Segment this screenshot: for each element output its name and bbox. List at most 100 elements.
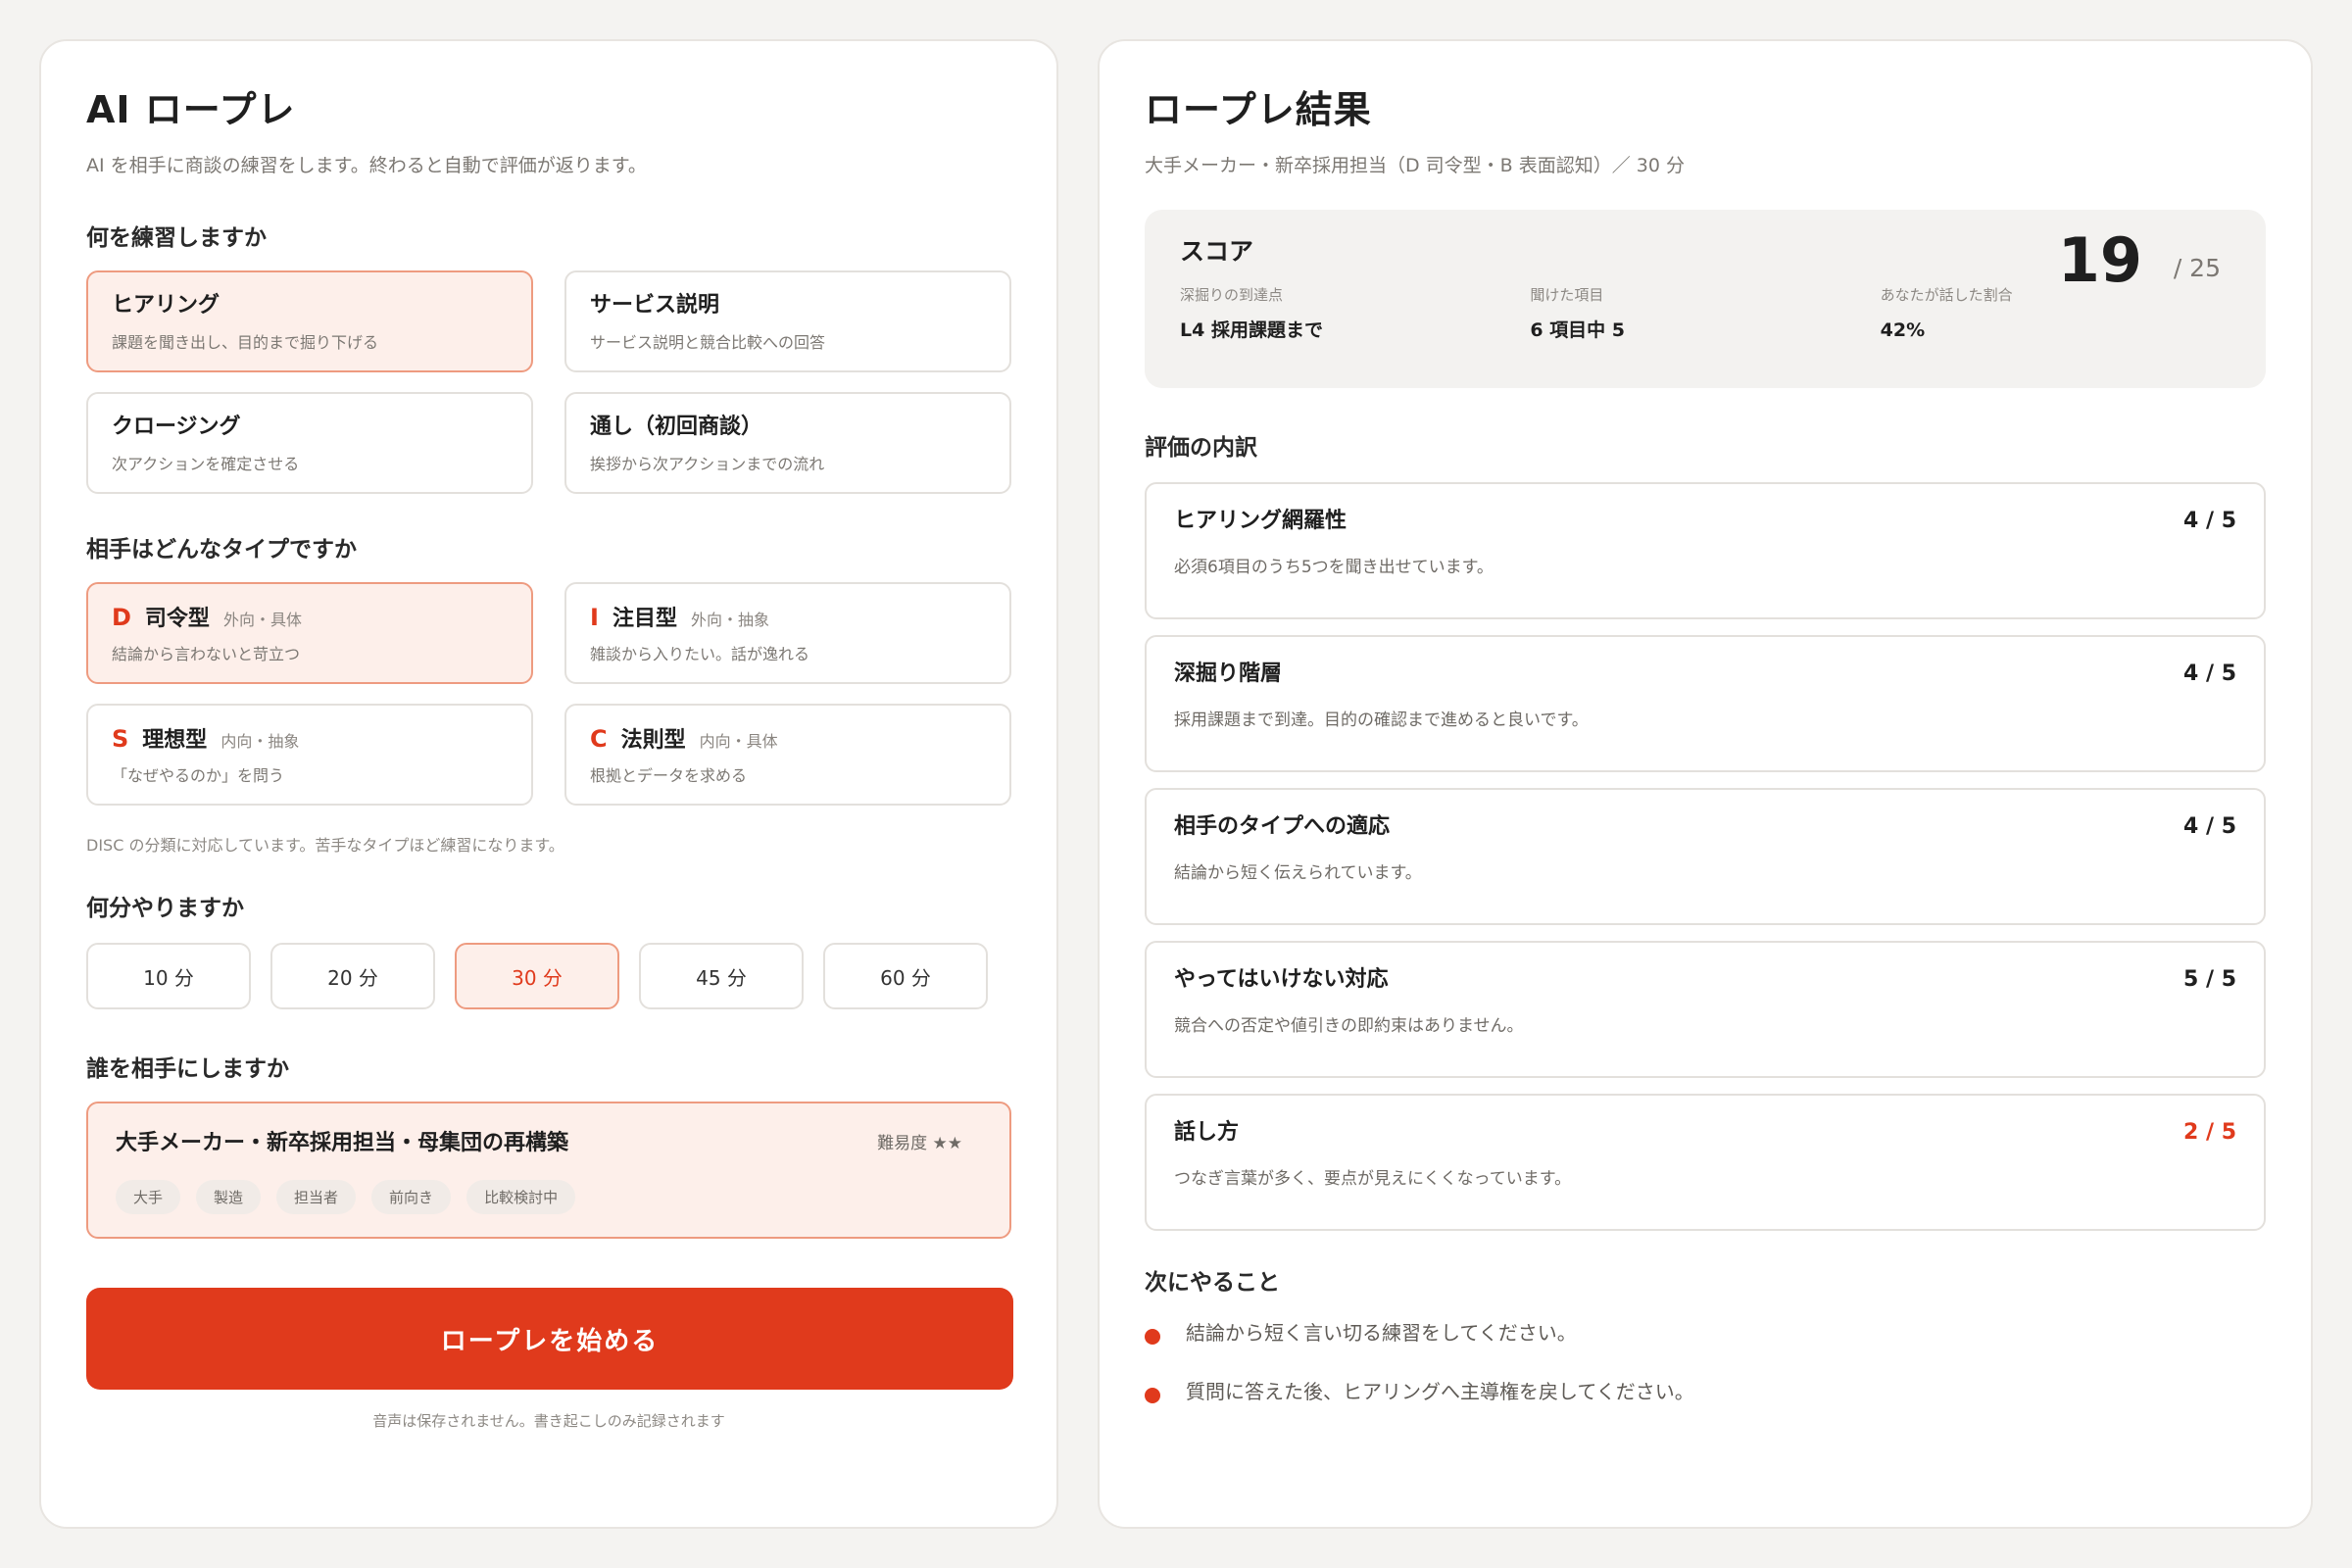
eval-card: 話し方 2 / 5 つなぎ言葉が多く、要点が見えにくくなっています。 (1145, 1094, 2266, 1231)
type-letter: D (112, 604, 131, 631)
duration-20-button[interactable]: 20 分 (270, 943, 435, 1009)
type-desc: 根拠とデータを求める (590, 766, 748, 785)
eval-card: やってはいけない対応 5 / 5 競合への否定や値引きの即約束はありません。 (1145, 941, 2266, 1078)
page-title: AI ロープレ (86, 88, 296, 131)
type-section-label: 相手はどんなタイプですか (86, 537, 357, 563)
result-subtitle: 大手メーカー・新卒採用担当（D 司令型・B 表面認知）／ 30 分 (1145, 155, 1686, 176)
option-desc: 課題を聞き出し、目的まで掘り下げる (112, 333, 379, 352)
tag: 製造 (196, 1180, 262, 1214)
duration-45-button[interactable]: 45 分 (639, 943, 804, 1009)
next-action-text: 結論から短く言い切る練習をしてください。 (1186, 1320, 1577, 1345)
bullet-dot-icon (1145, 1329, 1160, 1345)
stat-label: 深掘りの到達点 (1180, 286, 1284, 304)
eval-comment: 競合への否定や値引きの即約束はありません。 (1174, 1016, 1524, 1036)
score-value: 19 (2057, 224, 2142, 296)
scenario-tags: 大手 製造 担当者 前向き 比較検討中 (116, 1180, 982, 1214)
type-desc: 「なぜやるのか」を問う (112, 766, 285, 785)
option-title: サービス説明 (590, 293, 720, 318)
type-options: D 司令型 外向・具体 結論から言わないと苛立つ I 注目型 外向・抽象 雑談か… (86, 582, 1011, 806)
next-action-item: 結論から短く言い切る練習をしてください。 (1145, 1311, 2266, 1350)
eval-card: ヒアリング網羅性 4 / 5 必須6項目のうち5つを聞き出せています。 (1145, 482, 2266, 619)
type-title: 理想型 (142, 728, 208, 753)
option-title: ヒアリング (112, 293, 220, 318)
type-option-s[interactable]: S 理想型 内向・抽象 「なぜやるのか」を問う (86, 704, 533, 806)
type-desc: 雑談から入りたい。話が逸れる (590, 645, 810, 663)
tag: 前向き (371, 1180, 452, 1214)
stat-value: 42% (1880, 319, 1926, 341)
eval-card: 相手のタイプへの適応 4 / 5 結論から短く伝えられています。 (1145, 788, 2266, 925)
practice-section-label: 何を練習しますか (86, 225, 267, 251)
duration-10-button[interactable]: 10 分 (86, 943, 251, 1009)
next-action-text: 質問に答えた後、ヒアリングへ主導権を戻してください。 (1186, 1379, 1694, 1403)
breakdown-list: ヒアリング網羅性 4 / 5 必須6項目のうち5つを聞き出せています。 深掘り階… (1145, 482, 2266, 1231)
practice-option-closing[interactable]: クロージング 次アクションを確定させる (86, 392, 533, 494)
next-actions: 結論から短く言い切る練習をしてください。 質問に答えた後、ヒアリングへ主導権を戻… (1145, 1311, 2266, 1409)
option-title: クロージング (112, 415, 241, 439)
privacy-note: 音声は保存されません。書き起こしのみ記録されます (372, 1412, 725, 1430)
duration-section-label: 何分やりますか (86, 896, 244, 921)
type-option-i[interactable]: I 注目型 外向・抽象 雑談から入りたい。話が逸れる (564, 582, 1011, 684)
type-letter: S (112, 725, 129, 753)
eval-score: 2 / 5 (2183, 1120, 2236, 1145)
stat-value: L4 採用課題まで (1180, 319, 1323, 341)
practice-option-service[interactable]: サービス説明 サービス説明と競合比較への回答 (564, 270, 1011, 372)
difficulty-rating: 難易度 ★★ (877, 1133, 962, 1153)
page-subtitle: AI を相手に商談の練習をします。終わると自動で評価が返ります。 (86, 155, 647, 176)
eval-comment: 採用課題まで到達。目的の確認まで進めると良いです。 (1174, 710, 1589, 730)
duration-60-button[interactable]: 60 分 (823, 943, 988, 1009)
type-tag: 外向・抽象 (690, 611, 769, 629)
roleplay-setup-panel: AI ロープレ AI を相手に商談の練習をします。終わると自動で評価が返ります。… (39, 39, 1058, 1529)
practice-option-hearing[interactable]: ヒアリング 課題を聞き出し、目的まで掘り下げる (86, 270, 533, 372)
duration-options: 10 分 20 分 30 分 45 分 60 分 (86, 943, 1011, 1009)
type-option-d[interactable]: D 司令型 外向・具体 結論から言わないと苛立つ (86, 582, 533, 684)
next-section-label: 次にやること (1145, 1270, 1280, 1296)
tag: 担当者 (276, 1180, 357, 1214)
eval-name: 話し方 (1174, 1120, 1240, 1145)
type-tag: 外向・具体 (222, 611, 302, 629)
practice-options: ヒアリング 課題を聞き出し、目的まで掘り下げる サービス説明 サービス説明と競合… (86, 270, 1011, 494)
stat-value: 6 項目中 5 (1530, 319, 1625, 341)
stat-items: 聞けた項目 6 項目中 5 (1530, 282, 1880, 345)
type-tag: 内向・具体 (699, 732, 778, 751)
tag: 比較検討中 (466, 1180, 576, 1214)
scenario-card[interactable]: 大手メーカー・新卒採用担当・母集団の再構築 難易度 ★★ 大手 製造 担当者 前… (86, 1102, 1011, 1239)
type-letter: C (590, 725, 608, 753)
type-title: 法則型 (620, 728, 686, 753)
eval-score: 4 / 5 (2183, 814, 2236, 839)
roleplay-result-panel: ロープレ結果 大手メーカー・新卒採用担当（D 司令型・B 表面認知）／ 30 分… (1098, 39, 2313, 1529)
type-tag: 内向・抽象 (220, 732, 300, 751)
next-action-item: 質問に答えた後、ヒアリングへ主導権を戻してください。 (1145, 1370, 2266, 1409)
eval-score: 5 / 5 (2183, 967, 2236, 992)
eval-card: 深掘り階層 4 / 5 採用課題まで到達。目的の確認まで進めると良いです。 (1145, 635, 2266, 772)
stat-label: 聞けた項目 (1530, 286, 1604, 304)
eval-name: 相手のタイプへの適応 (1174, 814, 1391, 839)
eval-comment: 必須6項目のうち5つを聞き出せています。 (1174, 558, 1494, 577)
tag: 大手 (116, 1180, 181, 1214)
breakdown-section-label: 評価の内訳 (1145, 435, 1257, 461)
duration-30-button[interactable]: 30 分 (455, 943, 619, 1009)
option-desc: サービス説明と競合比較への回答 (590, 333, 826, 352)
score-summary: スコア 19 / 25 深掘りの到達点 L4 採用課題まで 聞けた項目 6 項目… (1145, 210, 2266, 388)
option-title: 通し（初回商談） (590, 415, 763, 439)
score-max: / 25 (2173, 254, 2221, 282)
eval-score: 4 / 5 (2183, 509, 2236, 533)
eval-name: やってはいけない対応 (1174, 967, 1389, 992)
option-desc: 挨拶から次アクションまでの流れ (590, 455, 825, 473)
eval-name: ヒアリング網羅性 (1174, 509, 1348, 533)
type-letter: I (590, 604, 599, 631)
eval-score: 4 / 5 (2183, 662, 2236, 686)
bullet-dot-icon (1145, 1388, 1160, 1403)
type-option-c[interactable]: C 法則型 内向・具体 根拠とデータを求める (564, 704, 1011, 806)
eval-name: 深掘り階層 (1174, 662, 1283, 686)
disc-note: DISC の分類に対応しています。苦手なタイプほど練習になります。 (86, 836, 564, 855)
scenario-title: 大手メーカー・新卒採用担当・母集団の再構築 (116, 1131, 569, 1155)
practice-option-full[interactable]: 通し（初回商談） 挨拶から次アクションまでの流れ (564, 392, 1011, 494)
eval-comment: 結論から短く伝えられています。 (1174, 863, 1422, 883)
option-desc: 次アクションを確定させる (112, 455, 300, 473)
result-title: ロープレ結果 (1145, 88, 1372, 131)
scenario-section-label: 誰を相手にしますか (86, 1056, 289, 1082)
type-title: 司令型 (144, 607, 210, 631)
type-desc: 結論から言わないと苛立つ (112, 645, 301, 663)
eval-comment: つなぎ言葉が多く、要点が見えにくくなっています。 (1174, 1169, 1572, 1189)
start-roleplay-button[interactable]: ロープレを始める (86, 1288, 1013, 1390)
